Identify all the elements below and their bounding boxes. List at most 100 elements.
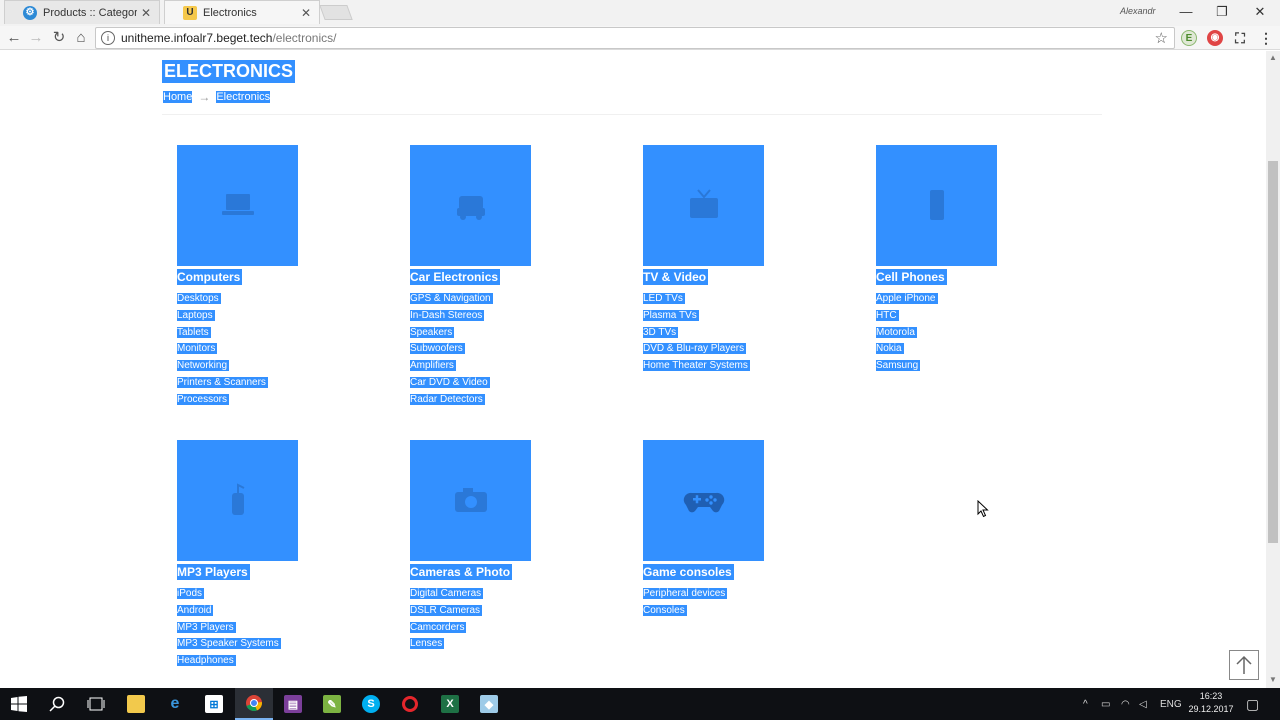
info-icon[interactable]: i [101, 31, 115, 45]
subcategory-link[interactable]: Radar Detectors [410, 393, 485, 405]
subcategory-link[interactable]: Desktops [177, 293, 221, 304]
subcategory-link[interactable]: Nokia [876, 343, 904, 355]
subcategory-item: Laptops [177, 309, 377, 326]
windows-start-icon[interactable] [0, 688, 38, 720]
battery-icon[interactable]: ▭ [1101, 688, 1110, 720]
scroll-up-arrow-icon[interactable]: ▲ [1266, 53, 1280, 62]
home-icon[interactable]: ⌂ [71, 28, 91, 48]
evernote-extension-icon[interactable]: E [1181, 30, 1197, 46]
category-image[interactable] [177, 145, 298, 266]
subcategory-link[interactable]: Laptops [177, 309, 215, 321]
scroll-down-arrow-icon[interactable]: ▼ [1266, 675, 1280, 684]
subcategory-link[interactable]: Home Theater Systems [643, 360, 750, 372]
subcategory-link[interactable]: Car DVD & Video [410, 376, 490, 388]
scrollbar-thumb[interactable] [1268, 161, 1278, 543]
back-to-top-button[interactable] [1229, 650, 1259, 680]
subcategory-link[interactable]: Apple iPhone [876, 293, 938, 304]
subcategory-link[interactable]: LED TVs [643, 293, 685, 304]
menu-icon[interactable]: ⋮ [1258, 30, 1274, 46]
subcategory-link[interactable]: Printers & Scanners [177, 376, 268, 388]
show-hidden-icons[interactable]: ^ [1083, 688, 1088, 720]
category-title-link[interactable]: Cell Phones [876, 269, 947, 285]
subcategory-link[interactable]: HTC [876, 309, 899, 321]
tab-products-categories[interactable]: ⚙ Products :: Categories - / ✕ [4, 0, 160, 24]
volume-icon[interactable]: ◁ [1139, 688, 1147, 720]
category-image[interactable] [177, 440, 298, 561]
new-tab-button[interactable] [319, 5, 353, 20]
screenshot-extension-icon[interactable]: ⛶ [1232, 30, 1248, 46]
tab-electronics[interactable]: U Electronics ✕ [164, 0, 320, 24]
category-title-link[interactable]: MP3 Players [177, 564, 250, 580]
category-image[interactable] [876, 145, 997, 266]
category-title-link[interactable]: TV & Video [643, 269, 709, 285]
skype-icon[interactable]: S [352, 688, 390, 720]
subcategory-link[interactable]: Digital Cameras [410, 588, 484, 599]
subcategory-link[interactable]: Headphones [177, 655, 236, 667]
subcategory-link[interactable]: 3D TVs [643, 326, 679, 338]
subcategory-link[interactable]: Lenses [410, 638, 445, 650]
subcategory-link[interactable]: Amplifiers [410, 360, 456, 372]
subcategory-link[interactable]: Processors [177, 393, 230, 405]
close-icon[interactable]: ✕ [297, 6, 315, 20]
subcategory-link[interactable]: In-Dash Stereos [410, 309, 485, 321]
subcategory-link[interactable]: Peripheral devices [643, 588, 728, 599]
profile-name[interactable]: Alexandr [1120, 6, 1156, 16]
subcategory-link[interactable]: Monitors [177, 343, 218, 355]
task-view-icon[interactable] [77, 688, 115, 720]
close-icon[interactable]: ✕ [137, 6, 155, 20]
subcategory-link[interactable]: DVD & Blu-ray Players [643, 343, 747, 355]
subcategory-link[interactable]: DSLR Cameras [410, 604, 483, 616]
subcategory-link[interactable]: Speakers [410, 326, 455, 338]
excel-icon[interactable]: X [431, 688, 469, 720]
file-explorer-icon[interactable] [117, 688, 155, 720]
category-title-link[interactable]: Car Electronics [410, 269, 501, 285]
language-indicator[interactable]: ENG [1160, 688, 1182, 720]
subcategory-link[interactable]: Tablets [177, 326, 211, 338]
subcategory-link[interactable]: Plasma TVs [643, 309, 699, 321]
page-scrollbar[interactable]: ▲ ▼ [1266, 51, 1280, 688]
subcategory-item: Monitors [177, 342, 377, 359]
subcategory-item: Networking [177, 359, 377, 376]
edge-icon[interactable]: e [156, 688, 194, 720]
store-icon[interactable]: ⊞ [195, 688, 233, 720]
chrome-icon[interactable] [235, 688, 273, 720]
back-icon[interactable]: ← [4, 28, 24, 48]
app-icon[interactable]: ◆ [470, 688, 508, 720]
forward-icon[interactable]: → [26, 28, 46, 48]
address-bar[interactable]: i unitheme.infoalr7.beget.tech/electroni… [95, 27, 1175, 49]
search-icon[interactable] [38, 688, 76, 720]
adblock-extension-icon[interactable]: ◉ [1207, 30, 1223, 46]
tab-title: Electronics [203, 6, 257, 19]
subcategory-link[interactable]: Networking [177, 360, 230, 372]
breadcrumb-home-link[interactable]: Home [163, 91, 193, 103]
wifi-icon[interactable]: ◠ [1121, 688, 1130, 720]
subcategory-link[interactable]: Consoles [643, 604, 687, 616]
subcategory-link[interactable]: Android [177, 604, 214, 616]
subcategory-link[interactable]: Camcorders [410, 621, 467, 633]
category-title-link[interactable]: Cameras & Photo [410, 564, 513, 580]
restore-icon[interactable]: ❐ [1204, 2, 1240, 22]
subcategory-link[interactable]: iPods [177, 588, 205, 599]
subcategory-link[interactable]: Motorola [876, 326, 917, 338]
clock[interactable]: 16:23 29.12.2017 [1183, 690, 1239, 716]
category-image[interactable] [643, 145, 764, 266]
opera-icon[interactable] [391, 688, 429, 720]
subcategory-link[interactable]: Samsung [876, 360, 921, 372]
winrar-icon[interactable]: ▤ [274, 688, 312, 720]
notifications-icon[interactable]: ▢ [1246, 688, 1259, 720]
category-image[interactable] [643, 440, 764, 561]
reload-icon[interactable]: ↻ [49, 28, 69, 48]
subcategory-link[interactable]: MP3 Speaker Systems [177, 638, 281, 650]
category-image[interactable] [410, 440, 531, 561]
category-image[interactable] [410, 145, 531, 266]
window-close-icon[interactable]: ✕ [1242, 2, 1278, 22]
subcategory-link[interactable]: MP3 Players [177, 621, 236, 633]
subcategory-link[interactable]: GPS & Navigation [410, 293, 493, 304]
category-card: TV & Video LED TVs Plasma TVs 3D TVs DVD & B… [643, 145, 843, 376]
notepad-icon[interactable]: ✎ [313, 688, 351, 720]
category-title-link[interactable]: Computers [177, 269, 243, 285]
minimize-icon[interactable]: — [1168, 2, 1204, 22]
star-icon[interactable]: ☆ [1155, 29, 1168, 47]
category-title-link[interactable]: Game consoles [643, 564, 734, 580]
subcategory-link[interactable]: Subwoofers [410, 343, 465, 355]
